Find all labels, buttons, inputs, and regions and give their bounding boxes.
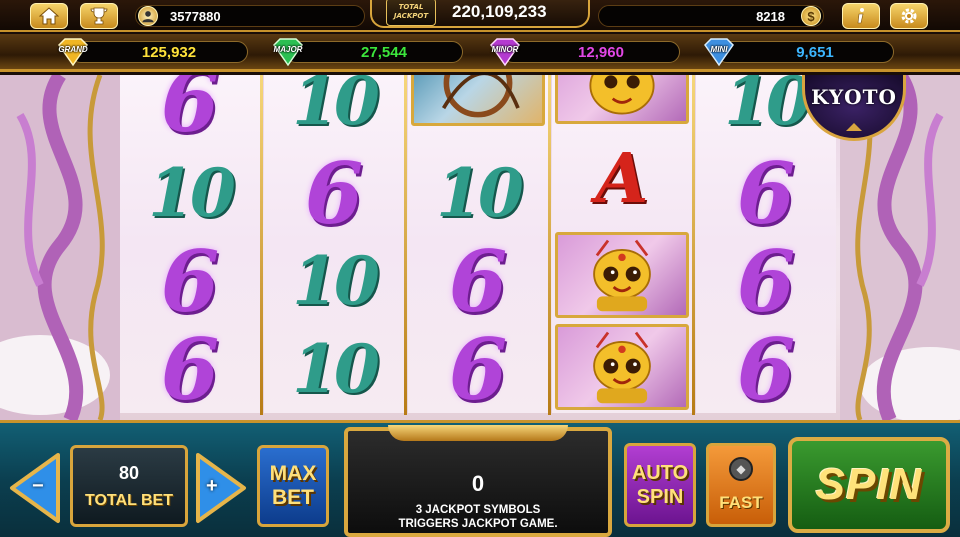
balance-pill: 8218 $	[598, 5, 824, 27]
reel-5-symbol-2: 6	[736, 143, 796, 243]
left-vine-decoration	[0, 75, 120, 420]
home-button[interactable]	[30, 3, 68, 29]
message-line-2: TRIGGERS JACKPOT GAME.	[398, 518, 558, 530]
grand-gem-icon: GRAND	[51, 37, 95, 67]
mascot-symbol	[555, 232, 689, 318]
control-bar: − 80 TOTAL BET + MAX BET 0 3 JACKPOT SYM…	[0, 420, 960, 537]
total-bet-label: TOTAL BET	[85, 491, 173, 509]
gear-icon	[901, 8, 917, 24]
reel-4-symbol-1	[552, 75, 692, 127]
message-line-1: 3 JACKPOT SYMBOLS	[415, 504, 541, 516]
jackpot-major: MAJOR 27,544	[273, 38, 463, 67]
reel-5-symbol-4: 6	[736, 319, 796, 419]
reel-2-symbol-3: 10	[292, 242, 380, 320]
jackpot-bar: GRAND 125,932 MAJOR 27,544 MINOR 12,960 …	[0, 34, 960, 72]
reel-3-symbol-2: 10	[436, 154, 524, 232]
minor-gem-icon: MINOR	[483, 37, 527, 67]
home-icon	[39, 7, 59, 25]
coin-icon: $	[801, 6, 821, 26]
reel-1-symbol-4: 6	[160, 319, 220, 419]
toggle-knob-icon: ◆	[729, 457, 753, 481]
reel-1-symbol-2: 10	[148, 154, 236, 232]
settings-button[interactable]	[890, 3, 928, 29]
jackpot-minor-value: 12,960	[578, 43, 624, 61]
player-id: 3577880	[170, 8, 221, 24]
reel-2: 10 6 10 10	[264, 75, 404, 413]
arrow-right-icon	[196, 453, 246, 523]
mini-gem-icon: MINI	[697, 37, 741, 67]
info-button[interactable]	[842, 3, 880, 29]
total-jackpot-value: 220,109,233	[452, 2, 547, 21]
auto-spin-button[interactable]: AUTO SPIN	[624, 443, 696, 527]
player-id-pill: 3577880	[135, 5, 365, 27]
reel-1-symbol-3: 6	[160, 231, 220, 331]
total-bet-display: 80 TOTAL BET	[70, 445, 188, 527]
jackpot-grand-value: 125,932	[141, 43, 197, 61]
reel-1: 6 10 6 6	[120, 75, 260, 419]
framed-picture-symbol	[411, 75, 545, 126]
increase-bet-button[interactable]: +	[194, 451, 248, 525]
spin-button[interactable]: SPIN	[788, 437, 950, 533]
reel-4-symbol-4	[552, 321, 692, 413]
jackpot-mini: MINI 9,651	[704, 38, 894, 67]
major-gem-icon: MAJOR	[266, 37, 310, 67]
reel-3-symbol-4: 6	[448, 319, 508, 419]
panel-ornament	[388, 425, 568, 441]
total-bet-value: 80	[118, 462, 140, 483]
reel-4: A	[552, 75, 692, 413]
avatar-icon	[138, 6, 158, 26]
trophy-button[interactable]	[80, 3, 118, 29]
reel-4-symbol-3	[552, 229, 692, 321]
reel-grid: 6 10 6 6 10 6 10 10 10 6 6 A 10 6 6 6	[118, 75, 840, 419]
jackpot-major-value: 27,544	[361, 43, 407, 61]
fast-button[interactable]: ◆ FAST	[706, 443, 776, 527]
total-jackpot-emblem: TOTAL JACKPOT	[386, 0, 436, 26]
chevron-up-icon	[846, 123, 862, 131]
reel-3-symbol-3: 6	[448, 231, 508, 331]
jackpot-minor: MINOR 12,960	[490, 38, 680, 67]
jackpot-mini-value: 9,651	[796, 43, 834, 61]
total-jackpot-plate: TOTAL JACKPOT 220,109,233	[370, 0, 590, 28]
reel-3-symbol-1	[408, 75, 548, 129]
reel-divider	[692, 75, 695, 415]
reel-2-symbol-4: 10	[292, 330, 380, 408]
mascot-symbol	[555, 324, 689, 410]
reel-1-symbol-1: 6	[160, 75, 220, 151]
reel-4-symbol-2: A	[595, 139, 649, 219]
decrease-bet-button[interactable]: −	[8, 451, 62, 525]
trophy-icon	[90, 7, 108, 25]
win-amount: 0	[471, 471, 485, 496]
reel-5: 10 6 6 6	[696, 75, 836, 419]
balance-value: 8218	[756, 8, 785, 24]
reel-2-symbol-2: 6	[304, 143, 364, 243]
win-message-panel: 0 3 JACKPOT SYMBOLS TRIGGERS JACKPOT GAM…	[344, 425, 612, 537]
jackpot-grand: GRAND 125,932	[58, 38, 248, 67]
mascot-symbol	[555, 75, 689, 124]
info-icon	[857, 8, 864, 24]
reel-divider	[404, 75, 407, 415]
top-bar: 3577880 TOTAL JACKPOT 220,109,233 8218 $	[0, 0, 960, 32]
max-bet-button[interactable]: MAX BET	[257, 445, 329, 527]
reel-5-symbol-3: 6	[736, 231, 796, 331]
reels-area: 6 10 6 6 10 6 10 10 10 6 6 A 10 6 6 6 KY…	[0, 75, 960, 420]
reel-3: 10 6 6	[408, 75, 548, 419]
reel-divider	[260, 75, 263, 415]
kyoto-label: KYOTO	[811, 85, 897, 109]
reel-2-symbol-1: 10	[292, 75, 380, 140]
reel-divider	[548, 75, 551, 415]
